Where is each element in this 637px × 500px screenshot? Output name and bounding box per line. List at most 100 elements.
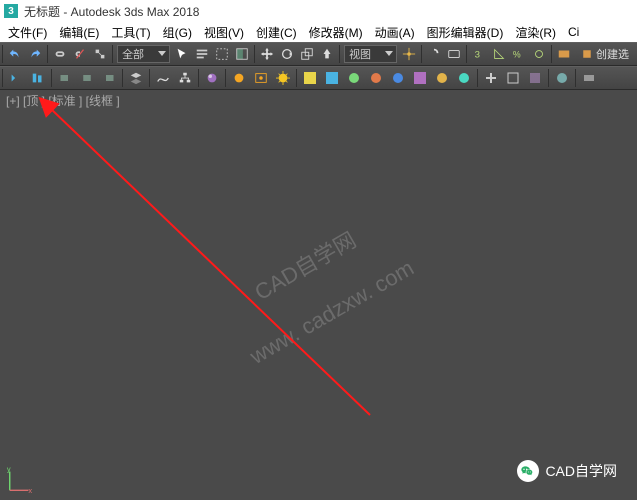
layer-right-button[interactable] — [99, 68, 119, 88]
manage-layers-button[interactable] — [126, 68, 146, 88]
placement-button[interactable] — [318, 44, 336, 64]
selection-filter-dropdown[interactable]: 全部 — [117, 45, 170, 63]
window-crossing-button[interactable] — [233, 44, 251, 64]
rendered-frame-button[interactable] — [251, 68, 271, 88]
effect-3-icon[interactable] — [344, 68, 364, 88]
bind-button[interactable] — [91, 44, 109, 64]
separator — [421, 45, 422, 63]
menu-edit[interactable]: 编辑(E) — [55, 24, 103, 41]
reference-coordinate-label: 视图 — [349, 46, 371, 62]
menu-file[interactable]: 文件(F) — [4, 24, 51, 41]
watermark: CAD自学网 www. cadzxw. com — [212, 198, 425, 382]
named-selection-button[interactable] — [555, 44, 573, 64]
separator — [2, 45, 3, 63]
effect-4-icon[interactable] — [366, 68, 386, 88]
reference-coordinate-dropdown[interactable]: 视图 — [344, 45, 397, 63]
separator — [225, 69, 226, 87]
effect-2-icon[interactable] — [322, 68, 342, 88]
menu-group[interactable]: 组(G) — [159, 24, 196, 41]
layer-left-button[interactable] — [55, 68, 75, 88]
util-1-icon[interactable] — [481, 68, 501, 88]
separator — [477, 69, 478, 87]
mirror-button[interactable] — [6, 68, 26, 88]
watermark-line-1: CAD自学网 — [212, 198, 398, 336]
material-editor-button[interactable] — [202, 68, 222, 88]
scale-button[interactable] — [298, 44, 316, 64]
select-button[interactable] — [173, 44, 191, 64]
separator — [198, 69, 199, 87]
effect-7-icon[interactable] — [432, 68, 452, 88]
util-5-icon[interactable] — [579, 68, 599, 88]
menu-ci[interactable]: Ci — [564, 25, 583, 39]
menu-bar: 文件(F) 编辑(E) 工具(T) 组(G) 视图(V) 创建(C) 修改器(M… — [0, 22, 637, 42]
effect-8-icon[interactable] — [454, 68, 474, 88]
align-button[interactable] — [28, 68, 48, 88]
axis-x-label: x — [28, 486, 32, 494]
separator — [296, 69, 297, 87]
menu-tools[interactable]: 工具(T) — [107, 24, 154, 41]
separator — [575, 69, 576, 87]
separator — [149, 69, 150, 87]
separator — [2, 69, 3, 87]
selection-filter-label: 全部 — [122, 46, 144, 62]
separator — [112, 45, 113, 63]
link-button[interactable] — [51, 44, 69, 64]
viewport-label[interactable]: [+] [顶 ] [标准 ] [线框 ] — [6, 92, 120, 109]
select-by-name-button[interactable] — [193, 44, 211, 64]
util-2-icon[interactable] — [503, 68, 523, 88]
viewport[interactable]: [+] [顶 ] [标准 ] [线框 ] CAD自学网 www. cadzxw.… — [0, 90, 637, 500]
annotation-arrow — [0, 90, 637, 500]
window-title-bar: 3 无标题 - Autodesk 3ds Max 2018 — [0, 0, 637, 22]
menu-render[interactable]: 渲染(R) — [511, 24, 560, 41]
unlink-button[interactable] — [71, 44, 89, 64]
redo-button[interactable] — [26, 44, 44, 64]
svg-text:3: 3 — [474, 50, 479, 61]
separator — [51, 69, 52, 87]
chevron-down-icon — [385, 51, 393, 56]
footer-brand: CAD自学网 — [517, 460, 617, 482]
separator — [551, 45, 552, 63]
separator — [254, 45, 255, 63]
separator — [466, 45, 467, 63]
menu-graph-editors[interactable]: 图形编辑器(D) — [423, 24, 508, 41]
main-toolbar-row-2 — [0, 66, 637, 90]
undo-button[interactable] — [6, 44, 24, 64]
footer-brand-text: CAD自学网 — [545, 461, 617, 481]
menu-create[interactable]: 创建(C) — [252, 24, 301, 41]
create-selection-set-label: 创建选 — [596, 46, 629, 62]
menu-view[interactable]: 视图(V) — [200, 24, 248, 41]
spinner-snap-button[interactable] — [530, 44, 548, 64]
axis-y-label: y — [7, 466, 11, 474]
layer-center-button[interactable] — [77, 68, 97, 88]
pivot-button[interactable] — [400, 44, 418, 64]
chevron-down-icon — [158, 51, 166, 56]
angle-snap-button[interactable] — [490, 44, 508, 64]
util-4-icon[interactable] — [552, 68, 572, 88]
wechat-icon — [517, 460, 539, 482]
menu-modifiers[interactable]: 修改器(M) — [305, 24, 367, 41]
effect-6-icon[interactable] — [410, 68, 430, 88]
render-setup-button[interactable] — [229, 68, 249, 88]
select-manipulate-button[interactable] — [425, 44, 443, 64]
percent-snap-button[interactable]: % — [510, 44, 528, 64]
selection-region-button[interactable] — [213, 44, 231, 64]
create-selection-set-button[interactable]: 创建选 — [575, 44, 636, 64]
separator — [339, 45, 340, 63]
effect-1-icon[interactable] — [300, 68, 320, 88]
effect-5-icon[interactable] — [388, 68, 408, 88]
watermark-line-2: www. cadzxw. com — [239, 244, 425, 382]
main-toolbar-row-1: 全部 视图 3 % — [0, 42, 637, 66]
rotate-button[interactable] — [278, 44, 296, 64]
separator — [47, 45, 48, 63]
render-button[interactable] — [273, 68, 293, 88]
menu-animation[interactable]: 动画(A) — [371, 24, 419, 41]
svg-text:%: % — [513, 50, 521, 60]
snap-button[interactable]: 3 — [470, 44, 488, 64]
schematic-view-button[interactable] — [175, 68, 195, 88]
keyboard-shortcut-button[interactable] — [445, 44, 463, 64]
util-3-icon[interactable] — [525, 68, 545, 88]
move-button[interactable] — [258, 44, 276, 64]
separator — [548, 69, 549, 87]
curve-editor-button[interactable] — [153, 68, 173, 88]
window-title: 无标题 - Autodesk 3ds Max 2018 — [24, 3, 199, 20]
